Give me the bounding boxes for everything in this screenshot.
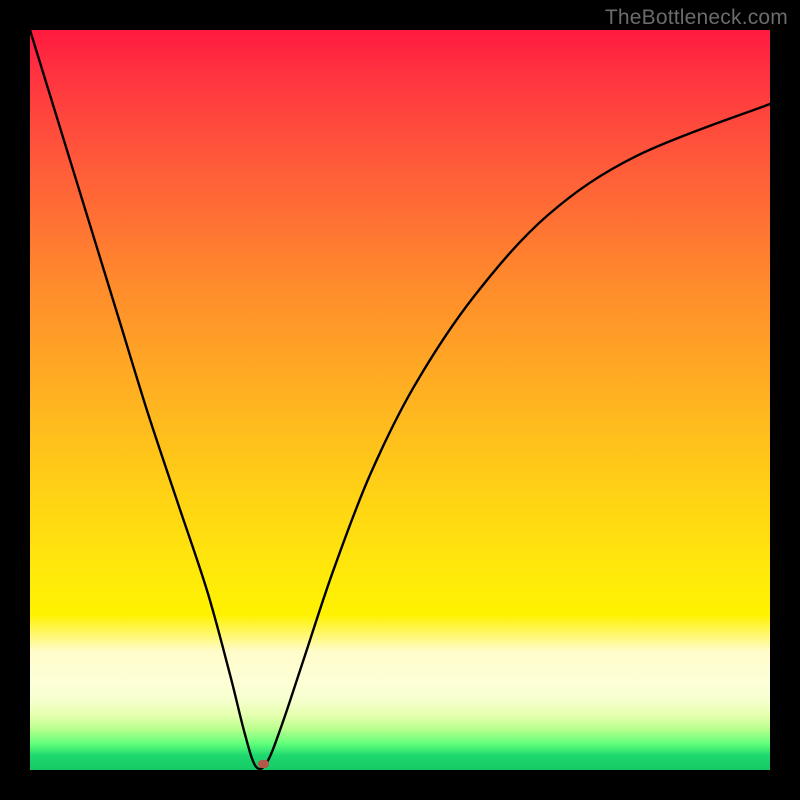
chart-frame: TheBottleneck.com bbox=[0, 0, 800, 800]
plot-area bbox=[30, 30, 770, 770]
curve-svg bbox=[30, 30, 770, 770]
attribution-text: TheBottleneck.com bbox=[605, 6, 788, 30]
bottleneck-curve bbox=[30, 30, 770, 769]
valley-marker bbox=[258, 760, 269, 768]
